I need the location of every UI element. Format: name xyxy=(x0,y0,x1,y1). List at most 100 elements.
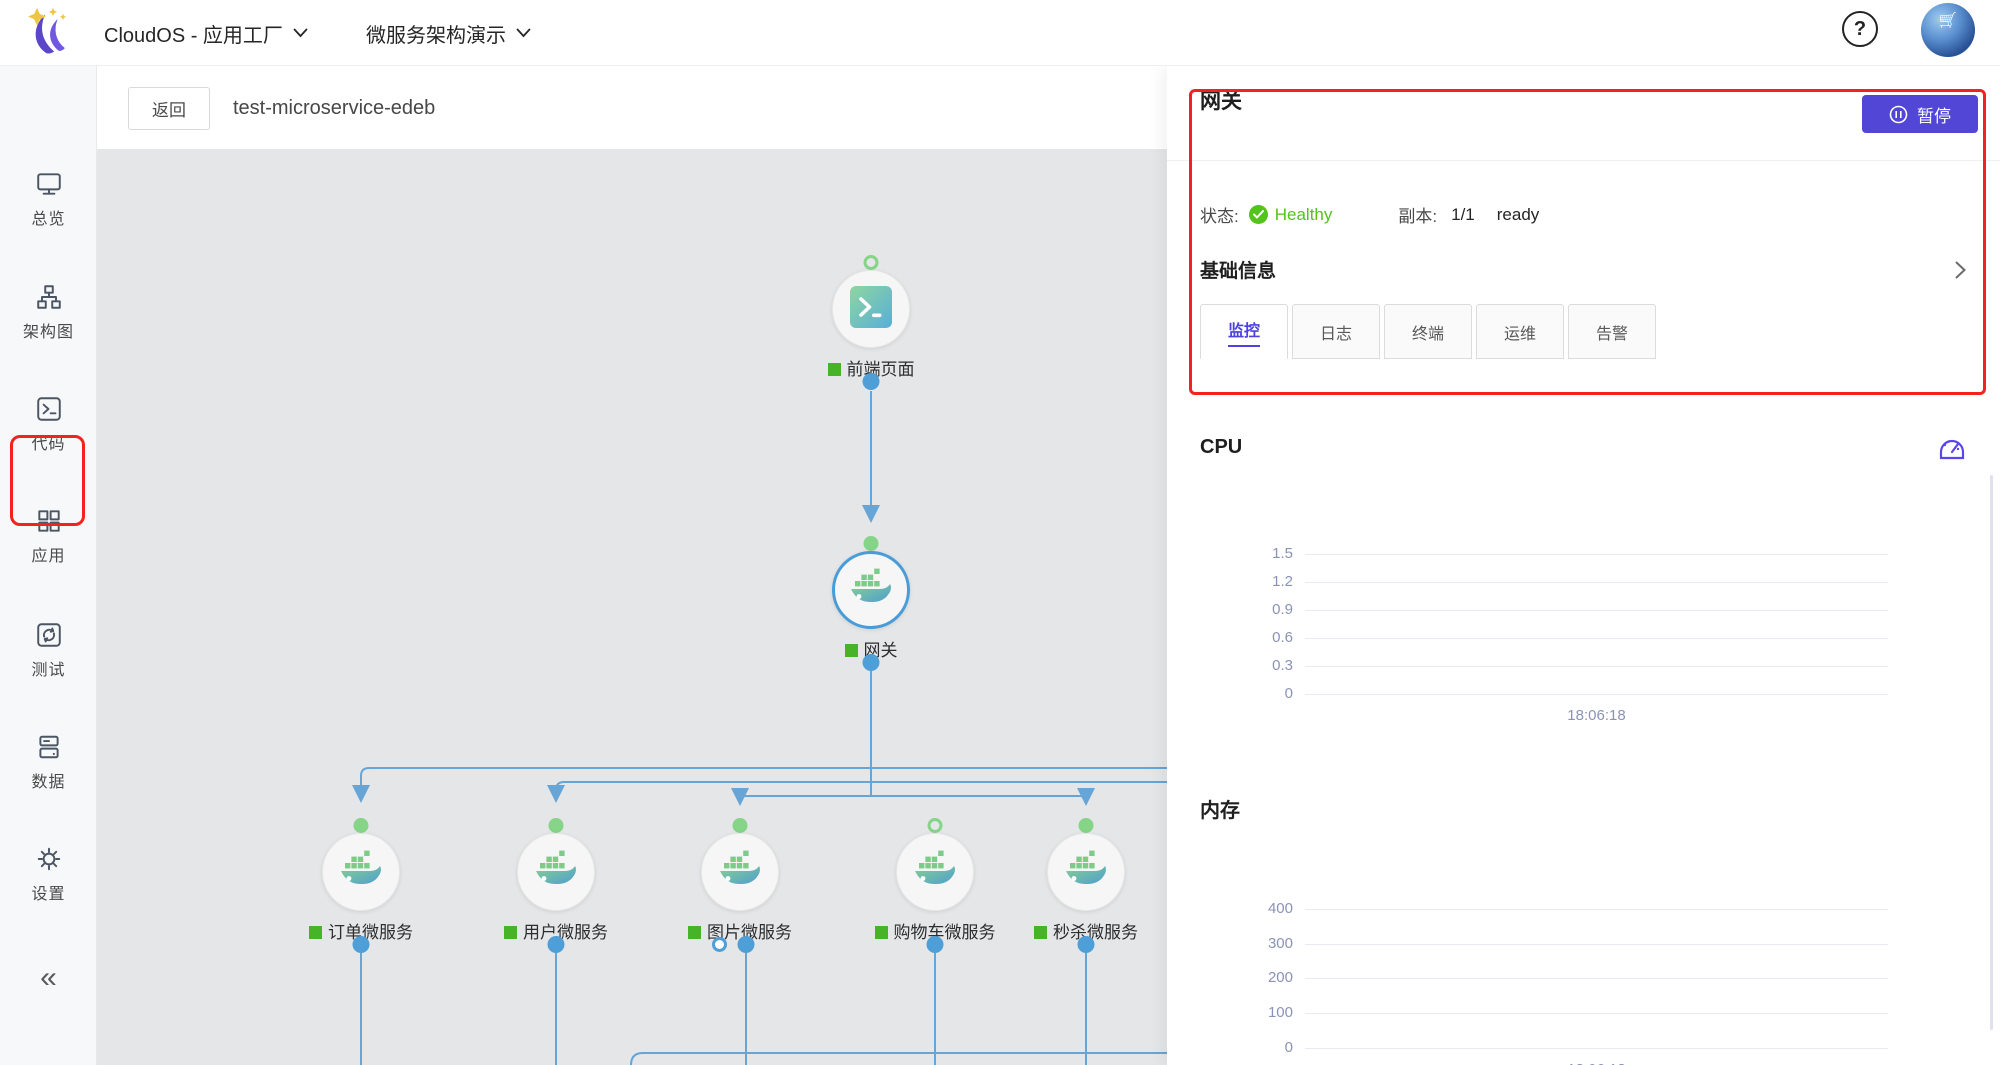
sidebar-item-test[interactable]: 测试 xyxy=(0,621,97,680)
grid-line xyxy=(1305,1013,1888,1014)
toolbar: 返回 test-microservice-edeb xyxy=(97,66,1167,149)
pause-icon xyxy=(1889,105,1908,124)
chart-title: 内存 xyxy=(1200,794,1240,823)
healthy-check-icon xyxy=(1249,205,1268,224)
y-tick-label: 300 xyxy=(1167,935,1293,952)
docker-icon xyxy=(912,850,958,895)
cart-icon: 🛒 xyxy=(1939,11,1958,29)
status-value: Healthy xyxy=(1275,205,1333,225)
basic-info-toggle[interactable]: 基础信息 xyxy=(1200,256,1967,283)
status-square-icon xyxy=(504,926,517,939)
output-port xyxy=(353,936,370,953)
status-label: 状态: xyxy=(1200,202,1239,227)
sidebar-item-architecture[interactable]: 架构图 xyxy=(0,283,97,342)
grid-line xyxy=(1305,666,1888,667)
status-square-icon xyxy=(845,644,858,657)
workspace-switcher[interactable]: CloudOS - 应用工厂 xyxy=(104,0,308,66)
avatar[interactable]: 🛒 xyxy=(1921,3,1975,57)
y-tick-label: 0 xyxy=(1167,685,1293,702)
project-title: 微服务架构演示 xyxy=(366,19,506,48)
apps-icon xyxy=(35,507,63,535)
input-port xyxy=(864,536,879,551)
docker-icon xyxy=(1063,850,1109,895)
sidebar-collapse-button[interactable]: « xyxy=(0,961,97,995)
basic-info-label: 基础信息 xyxy=(1200,256,1276,283)
grid-line xyxy=(1305,944,1888,945)
code-icon xyxy=(35,395,63,423)
project-switcher[interactable]: 微服务架构演示 xyxy=(366,0,531,66)
docker-icon xyxy=(533,850,579,895)
tab-terminal[interactable]: 终端 xyxy=(1384,304,1472,359)
chevron-down-icon xyxy=(293,28,308,38)
status-square-icon xyxy=(688,926,701,939)
status-square-icon xyxy=(828,363,841,376)
grid-line xyxy=(1305,554,1888,555)
docker-icon xyxy=(338,850,384,895)
output-port xyxy=(927,936,944,953)
back-button[interactable]: 返回 xyxy=(128,87,210,130)
app-header: CloudOS - 应用工厂 微服务架构演示 ? 🛒 xyxy=(0,0,2000,66)
status-square-icon xyxy=(875,926,888,939)
y-tick-label: 0.9 xyxy=(1167,601,1293,618)
docker-icon xyxy=(848,568,894,613)
panel-title: 网关 xyxy=(1200,85,1242,115)
tab-alerts[interactable]: 告警 xyxy=(1568,304,1656,359)
output-port xyxy=(548,936,565,953)
input-port xyxy=(1079,818,1094,833)
detail-panel: 网关 暂停 状态: Healthy 副本: 1/1 ready 基础信息 监控日… xyxy=(1167,66,2000,1065)
pause-label: 暂停 xyxy=(1917,102,1951,127)
y-tick-label: 0.6 xyxy=(1167,629,1293,646)
grid-line xyxy=(1305,582,1888,583)
x-tick-label: 18:06:18 xyxy=(1305,707,1888,724)
status-row: 状态: Healthy 副本: 1/1 ready xyxy=(1200,202,1539,227)
status-square-icon xyxy=(309,926,322,939)
tab-logs[interactable]: 日志 xyxy=(1292,304,1380,359)
chart-title: CPU xyxy=(1200,436,1242,459)
panel-tabs: 监控日志终端运维告警 xyxy=(1200,304,1656,359)
grid-line xyxy=(1305,638,1888,639)
sidebar-item-data[interactable]: 数据 xyxy=(0,733,97,792)
y-tick-label: 200 xyxy=(1167,970,1293,987)
output-port-ring xyxy=(712,937,727,952)
input-port xyxy=(864,255,879,270)
y-tick-label: 100 xyxy=(1167,1004,1293,1021)
status-square-icon xyxy=(1034,926,1047,939)
sidebar-item-settings[interactable]: 设置 xyxy=(0,845,97,904)
sidebar-item-overview[interactable]: 总览 xyxy=(0,170,97,229)
divider xyxy=(1167,160,2000,161)
terminal-icon xyxy=(850,286,892,333)
pause-button[interactable]: 暂停 xyxy=(1862,95,1978,133)
replicas-ready: ready xyxy=(1497,205,1540,225)
test-icon xyxy=(35,621,63,649)
help-icon[interactable]: ? xyxy=(1842,11,1878,47)
input-port xyxy=(928,818,943,833)
y-tick-label: 0 xyxy=(1167,1039,1293,1056)
y-tick-label: 0.3 xyxy=(1167,657,1293,674)
output-port xyxy=(863,654,880,671)
sidebar-item-code[interactable]: 代码 xyxy=(0,395,97,454)
x-tick-label: 18:06:18 xyxy=(1305,1061,1888,1065)
monitor-icon xyxy=(35,170,63,198)
input-port xyxy=(733,818,748,833)
panel-scrollbar[interactable] xyxy=(1990,475,1993,1030)
output-port xyxy=(1078,936,1095,953)
tab-monitor[interactable]: 监控 xyxy=(1200,304,1288,359)
replicas-label: 副本: xyxy=(1398,202,1437,227)
output-port xyxy=(738,936,755,953)
data-icon xyxy=(35,733,63,761)
y-tick-label: 400 xyxy=(1167,900,1293,917)
y-tick-label: 1.5 xyxy=(1167,545,1293,562)
tab-ops[interactable]: 运维 xyxy=(1476,304,1564,359)
input-port xyxy=(354,818,369,833)
grid-line xyxy=(1305,610,1888,611)
grid-line xyxy=(1305,909,1888,910)
grid-line xyxy=(1305,694,1888,695)
grid-line xyxy=(1305,1048,1888,1049)
sidebar-item-apps[interactable]: 应用 xyxy=(0,507,97,566)
gauge-icon[interactable] xyxy=(1936,432,1968,464)
chevron-down-icon xyxy=(516,28,531,38)
settings-icon xyxy=(35,845,63,873)
sidebar-nav: 总览 架构图 代码 应用 测试 数据 设置 « xyxy=(0,66,97,1065)
architecture-icon xyxy=(35,283,63,311)
chevron-right-icon xyxy=(1954,260,1967,280)
